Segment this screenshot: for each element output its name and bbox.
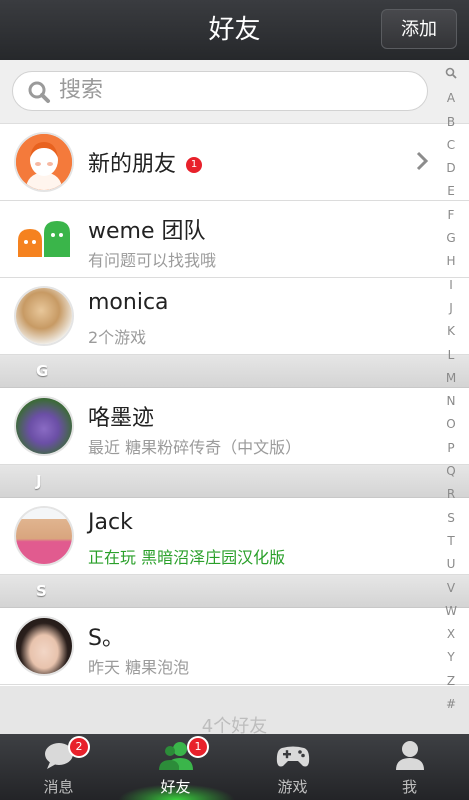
- list-item-new-friends[interactable]: 新的朋友 1: [0, 124, 469, 201]
- search-icon: [28, 81, 50, 103]
- avatar: [16, 398, 72, 454]
- avatar: [16, 618, 72, 674]
- new-friends-badge: 1: [186, 157, 203, 173]
- avatar: [16, 211, 72, 267]
- contact-name: monica: [88, 290, 169, 315]
- user-icon: [396, 741, 424, 770]
- index-letter[interactable]: J: [439, 297, 463, 320]
- tab-games[interactable]: 游戏: [234, 734, 351, 800]
- index-letter[interactable]: W: [439, 600, 463, 623]
- index-letter[interactable]: B: [439, 111, 463, 134]
- index-letter[interactable]: X: [439, 623, 463, 646]
- list-footer: 4个好友: [0, 686, 469, 737]
- list-item-jack[interactable]: Jack 正在玩 黑暗沼泽庄园汉化版: [0, 498, 469, 575]
- index-letter[interactable]: E: [439, 180, 463, 203]
- tab-label: 好友: [160, 778, 191, 796]
- messages-badge: 2: [70, 738, 88, 756]
- tab-me[interactable]: 我: [351, 734, 468, 800]
- index-letter[interactable]: U: [439, 553, 463, 576]
- section-header-j: J: [0, 465, 469, 498]
- index-letter[interactable]: T: [439, 530, 463, 553]
- avatar: [16, 288, 72, 344]
- search-bar: 搜索: [0, 60, 469, 124]
- search-input[interactable]: 搜索: [12, 71, 428, 111]
- section-header-g: G: [0, 355, 469, 388]
- avatar: [16, 134, 72, 190]
- add-button[interactable]: 添加: [381, 9, 457, 49]
- list-item-weme[interactable]: weme 团队 有问题可以找我哦: [0, 201, 469, 278]
- contact-status: 昨天 糖果泡泡: [88, 658, 190, 677]
- index-letter[interactable]: G: [439, 227, 463, 250]
- header-bar: 好友 添加: [0, 0, 469, 60]
- section-letter: G: [36, 362, 49, 380]
- contact-status: 有问题可以找我哦: [88, 251, 217, 270]
- index-letter[interactable]: C: [439, 134, 463, 157]
- list-item-monica[interactable]: monica 2个游戏: [0, 278, 469, 355]
- contact-status: 正在玩 黑暗沼泽庄园汉化版: [88, 548, 286, 567]
- list-item-gemoji[interactable]: 咯墨迹 最近 糖果粉碎传奇（中文版）: [0, 388, 469, 465]
- chevron-right-icon: [416, 151, 429, 171]
- tab-label: 游戏: [277, 778, 308, 796]
- tab-label: 我: [401, 778, 417, 796]
- tab-label: 消息: [43, 778, 74, 796]
- index-letter[interactable]: M: [439, 367, 463, 390]
- contact-status: 2个游戏: [88, 328, 147, 347]
- new-friends-text: 新的朋友: [88, 152, 177, 177]
- bottom-tab-bar: 2 消息 1 好友 游戏 我: [0, 734, 469, 800]
- index-letter[interactable]: Q: [439, 460, 463, 483]
- index-letter[interactable]: K: [439, 320, 463, 343]
- contact-name: S。: [88, 626, 124, 651]
- tab-messages[interactable]: 2 消息: [0, 734, 117, 800]
- index-letter[interactable]: N: [439, 390, 463, 413]
- index-letter[interactable]: #: [439, 693, 463, 716]
- new-friend-avatar-icon: [16, 134, 72, 190]
- index-letter[interactable]: F: [439, 204, 463, 227]
- contact-name: Jack: [88, 510, 133, 535]
- index-letter[interactable]: P: [439, 437, 463, 460]
- contact-status: 最近 糖果粉碎传奇（中文版）: [88, 438, 302, 457]
- section-header-s: S: [0, 575, 469, 608]
- friends-icon: [159, 742, 193, 770]
- index-letter[interactable]: V: [439, 577, 463, 600]
- section-letter: J: [36, 472, 42, 490]
- alphabet-index[interactable]: A B C D E F G H I J K L M N O P Q R S T …: [439, 64, 463, 716]
- index-letter[interactable]: Z: [439, 670, 463, 693]
- avatar: [16, 508, 72, 564]
- new-friends-label: 新的朋友 1: [88, 146, 203, 178]
- friends-badge: 1: [189, 738, 207, 756]
- section-letter: S: [36, 582, 47, 600]
- index-letter[interactable]: O: [439, 413, 463, 436]
- index-letter[interactable]: L: [439, 344, 463, 367]
- index-letter[interactable]: R: [439, 483, 463, 506]
- index-letter[interactable]: A: [439, 87, 463, 110]
- tab-friends[interactable]: 1 好友: [117, 734, 234, 800]
- gamepad-icon: [276, 746, 310, 767]
- search-placeholder: 搜索: [59, 78, 104, 103]
- contact-name: 咯墨迹: [88, 406, 155, 431]
- contact-name: weme 团队: [88, 219, 206, 244]
- index-letter[interactable]: S: [439, 507, 463, 530]
- index-search-icon[interactable]: [439, 64, 463, 87]
- index-letter[interactable]: H: [439, 250, 463, 273]
- index-letter[interactable]: I: [439, 274, 463, 297]
- weme-ghosts-icon: [18, 221, 70, 257]
- index-letter[interactable]: Y: [439, 646, 463, 669]
- index-letter[interactable]: D: [439, 157, 463, 180]
- list-item-s[interactable]: S。 昨天 糖果泡泡: [0, 608, 469, 685]
